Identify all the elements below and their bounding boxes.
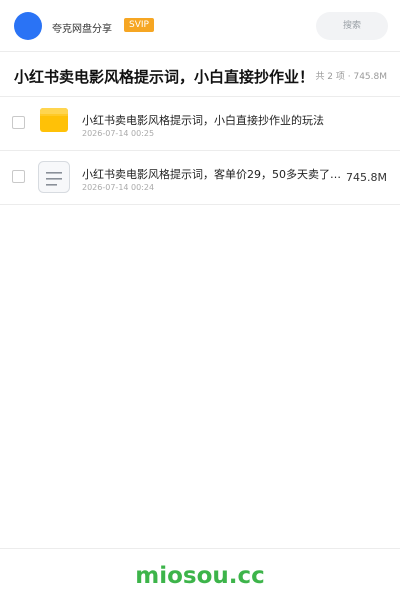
file-date: 2026-07-14 00:25 [82,129,155,138]
file-date: 2026-07-14 00:24 [82,183,155,192]
brand-name: 夸克网盘分享 [52,24,112,35]
file-row[interactable]: 小红书卖电影风格提示词，客单价29，50多天卖了7… 2026-07-14 00… [0,151,400,205]
file-name[interactable]: 小红书卖电影风格提示词，客单价29，50多天卖了7… [82,166,344,182]
file-size: 745.8M [346,171,387,184]
file-summary: 共 2 项 · 745.8M [315,72,387,82]
row-checkbox[interactable] [12,170,25,183]
row-checkbox[interactable] [12,116,25,129]
share-page: 夸克网盘分享 SVIP 搜索 小红书卖电影风格提示词，小白直接抄作业！ 共 2 … [0,0,400,600]
footer: miosou.cc [0,548,400,600]
footer-brand[interactable]: miosou.cc [0,563,400,589]
avatar[interactable] [14,12,42,40]
file-name[interactable]: 小红书卖电影风格提示词，小白直接抄作业的玩法 [82,112,344,128]
header: 夸克网盘分享 SVIP 搜索 [0,0,400,52]
search-input[interactable]: 搜索 [316,12,388,40]
folder-icon [40,108,68,132]
svip-badge: SVIP [124,18,154,32]
file-row[interactable]: 小红书卖电影风格提示词，小白直接抄作业的玩法 2026-07-14 00:25 [0,97,400,151]
document-icon [38,161,70,193]
share-title-row: 小红书卖电影风格提示词，小白直接抄作业！ 共 2 项 · 745.8M [0,52,400,97]
page-title: 小红书卖电影风格提示词，小白直接抄作业！ [14,68,315,86]
